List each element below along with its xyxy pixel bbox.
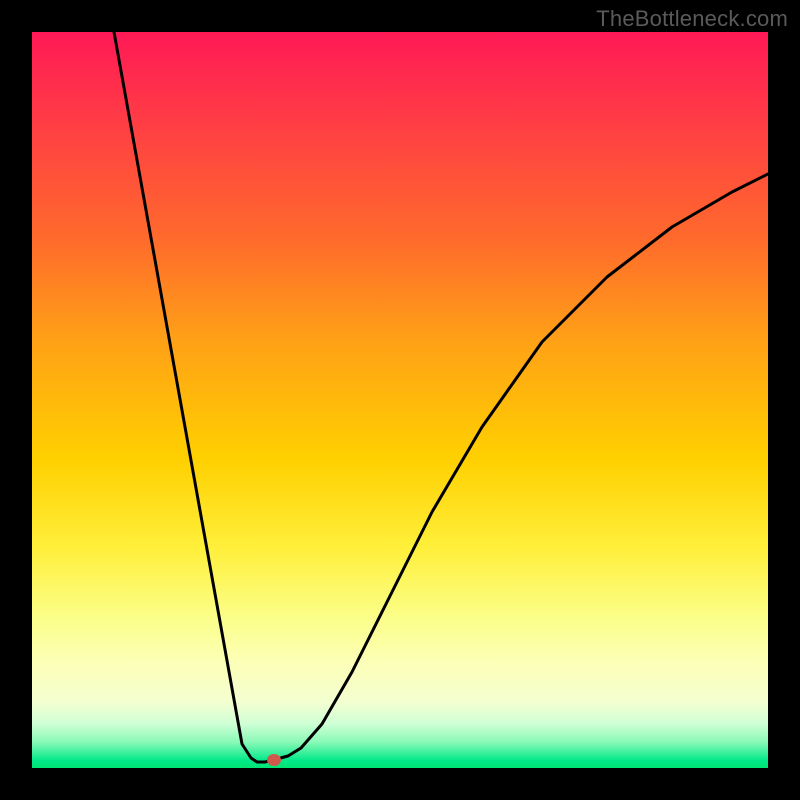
chart-container: TheBottleneck.com	[0, 0, 800, 800]
curve-layer	[32, 32, 768, 768]
bottleneck-curve	[114, 32, 768, 762]
optimal-marker	[267, 754, 281, 766]
watermark-text: TheBottleneck.com	[596, 6, 788, 32]
